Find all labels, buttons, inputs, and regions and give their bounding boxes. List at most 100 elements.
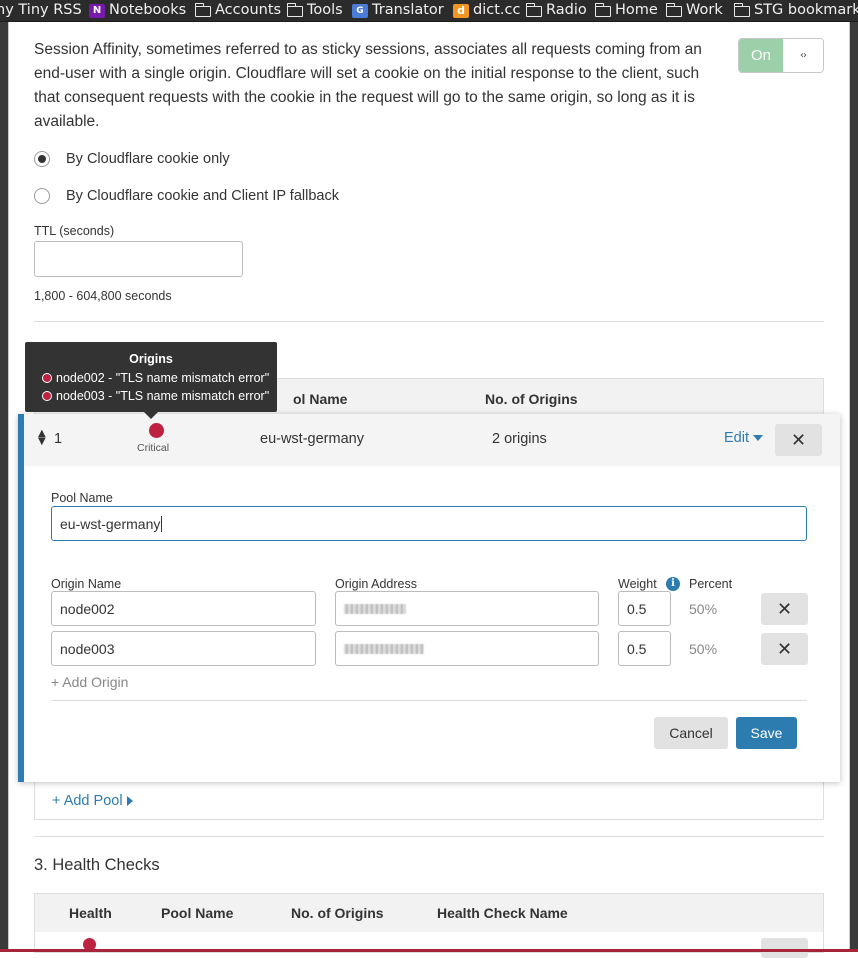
- cancel-button[interactable]: Cancel: [654, 717, 728, 749]
- bookmark-label: Notebooks: [109, 2, 187, 18]
- onenote-icon: N: [89, 3, 105, 18]
- caret-down-icon: [753, 435, 763, 441]
- tooltip-item: node002 - "TLS name mismatch error": [42, 371, 269, 385]
- weight-input[interactable]: 0.5: [618, 591, 671, 626]
- bookmark-label: Radio: [546, 2, 587, 18]
- bookmark-label: Home: [615, 2, 658, 18]
- remove-origin-button[interactable]: ✕: [761, 633, 808, 665]
- weight-header: Weight: [618, 577, 657, 591]
- ttl-label: TTL (seconds): [34, 224, 115, 238]
- radio-button[interactable]: [34, 151, 50, 167]
- bookmark-radio[interactable]: Radio: [525, 0, 587, 21]
- add-origin-link[interactable]: + Add Origin: [51, 674, 128, 690]
- bookmark-dictcc[interactable]: d dict.cc: [453, 0, 520, 21]
- pool-origins-cell: 2 origins: [492, 431, 547, 447]
- weight-value: 0.5: [627, 600, 647, 617]
- bookmark-label: Tools: [307, 2, 343, 18]
- edit-dropdown[interactable]: Edit: [724, 430, 763, 446]
- folder-icon: [194, 3, 211, 17]
- folder-icon: [733, 3, 750, 17]
- weight-input[interactable]: 0.5: [618, 631, 671, 666]
- bookmark-home[interactable]: Home: [594, 0, 658, 21]
- session-affinity-description: Session Affinity, sometimes referred to …: [34, 41, 702, 130]
- origin-name-value: node003: [60, 640, 115, 657]
- folder-icon: [594, 3, 611, 17]
- pool-name-cell: eu-wst-germany: [260, 431, 364, 447]
- ttl-hint: 1,800 - 604,800 seconds: [34, 289, 172, 303]
- close-icon: ✕: [776, 598, 793, 620]
- tooltip-item: node003 - "TLS name mismatch error": [42, 389, 269, 403]
- divider: [51, 700, 807, 701]
- radio-label: By Cloudflare cookie only: [66, 151, 230, 167]
- toggle-handle-icon: ‹›: [783, 39, 823, 72]
- origin-address-header: Origin Address: [335, 577, 417, 591]
- bookmark-tiny-rss[interactable]: ny Tiny RSS: [0, 0, 82, 21]
- origin-name-input[interactable]: node003: [51, 631, 316, 666]
- session-affinity-toggle[interactable]: On ‹›: [738, 38, 824, 73]
- add-pool-link[interactable]: + Add Pool: [52, 793, 133, 809]
- ttl-input[interactable]: [34, 241, 243, 277]
- critical-status-icon[interactable]: [149, 423, 164, 438]
- modal-border-right: [849, 22, 850, 952]
- close-icon: ✕: [776, 638, 793, 660]
- bookmark-tools[interactable]: Tools: [286, 0, 343, 21]
- remove-pool-button[interactable]: ✕: [775, 424, 822, 456]
- bookmark-label: Accounts: [215, 2, 282, 18]
- radio-button[interactable]: [34, 188, 50, 204]
- critical-dot-icon: [42, 391, 52, 401]
- pool-status-label: Critical: [137, 442, 170, 454]
- percent-header: Percent: [689, 577, 733, 591]
- save-button[interactable]: Save: [736, 717, 797, 749]
- origin-name-input[interactable]: node002: [51, 591, 316, 626]
- close-icon: ✕: [790, 429, 807, 451]
- pool-name-input[interactable]: eu-wst-germany: [51, 506, 807, 541]
- origin-address-input[interactable]: [335, 591, 599, 626]
- divider: [34, 836, 824, 837]
- folder-icon: [525, 3, 542, 17]
- health-checks-table: Health Pool Name No. of Origins Health C…: [34, 893, 824, 958]
- tooltip-item-text: node003 - "TLS name mismatch error": [56, 389, 270, 403]
- bookmark-label: ny Tiny RSS: [0, 2, 82, 18]
- text-cursor: [161, 515, 163, 532]
- column-header-pool-name: ol Name: [293, 391, 348, 407]
- bookmark-label: Translator: [372, 2, 444, 18]
- row-action-button[interactable]: [761, 938, 808, 958]
- origins-tooltip: Origins node002 - "TLS name mismatch err…: [25, 342, 277, 419]
- pool-row-number: 1: [54, 431, 63, 447]
- redacted-address: [344, 603, 406, 614]
- bookmark-work[interactable]: Work: [665, 0, 723, 21]
- origin-name-header: Origin Name: [51, 577, 122, 591]
- modal-backdrop-left: [0, 22, 8, 952]
- remove-origin-button[interactable]: ✕: [761, 593, 808, 625]
- translator-icon: G: [352, 3, 368, 18]
- bookmark-stg[interactable]: STG bookmarks: [733, 0, 858, 21]
- bookmark-notebooks[interactable]: N Notebooks: [89, 0, 186, 21]
- toggle-on-label: On: [739, 39, 783, 72]
- pool-row: ▲ ▼ 1 Critical eu-wst-germany 2 origins E…: [24, 414, 840, 466]
- tooltip-title: Origins: [129, 352, 173, 366]
- pool-name-label: Pool Name: [51, 491, 113, 505]
- redacted-address: [344, 643, 424, 654]
- divider: [34, 321, 824, 322]
- folder-icon: [286, 3, 303, 17]
- modal-backdrop-right: [850, 22, 858, 952]
- bookmark-translator[interactable]: G Translator: [352, 0, 444, 21]
- reorder-handle-icon[interactable]: ▲ ▼: [38, 429, 46, 447]
- health-checks-header: Health Pool Name No. of Origins Health C…: [35, 894, 823, 932]
- pool-form: Pool Name eu-wst-germany Origin Name Ori…: [24, 466, 840, 782]
- origin-name-value: node002: [60, 600, 115, 617]
- dictcc-icon: d: [453, 3, 469, 18]
- caret-right-icon: [126, 796, 133, 806]
- origin-address-input[interactable]: [335, 631, 599, 666]
- bookmark-label: STG bookmarks: [754, 2, 858, 18]
- radio-cookie-only[interactable]: By Cloudflare cookie only: [34, 151, 230, 167]
- weight-value: 0.5: [627, 640, 647, 657]
- critical-dot-icon: [42, 373, 52, 383]
- column-header-origins: No. of Origins: [485, 391, 578, 407]
- bookmark-label: Work: [686, 2, 723, 18]
- info-icon[interactable]: i: [666, 577, 680, 591]
- edit-label: Edit: [724, 430, 749, 446]
- radio-cookie-ip-fallback[interactable]: By Cloudflare cookie and Client IP fallb…: [34, 188, 339, 204]
- bookmarks-bar: ny Tiny RSS N Notebooks Accounts Tools G…: [0, 0, 858, 22]
- bookmark-accounts[interactable]: Accounts: [194, 0, 282, 21]
